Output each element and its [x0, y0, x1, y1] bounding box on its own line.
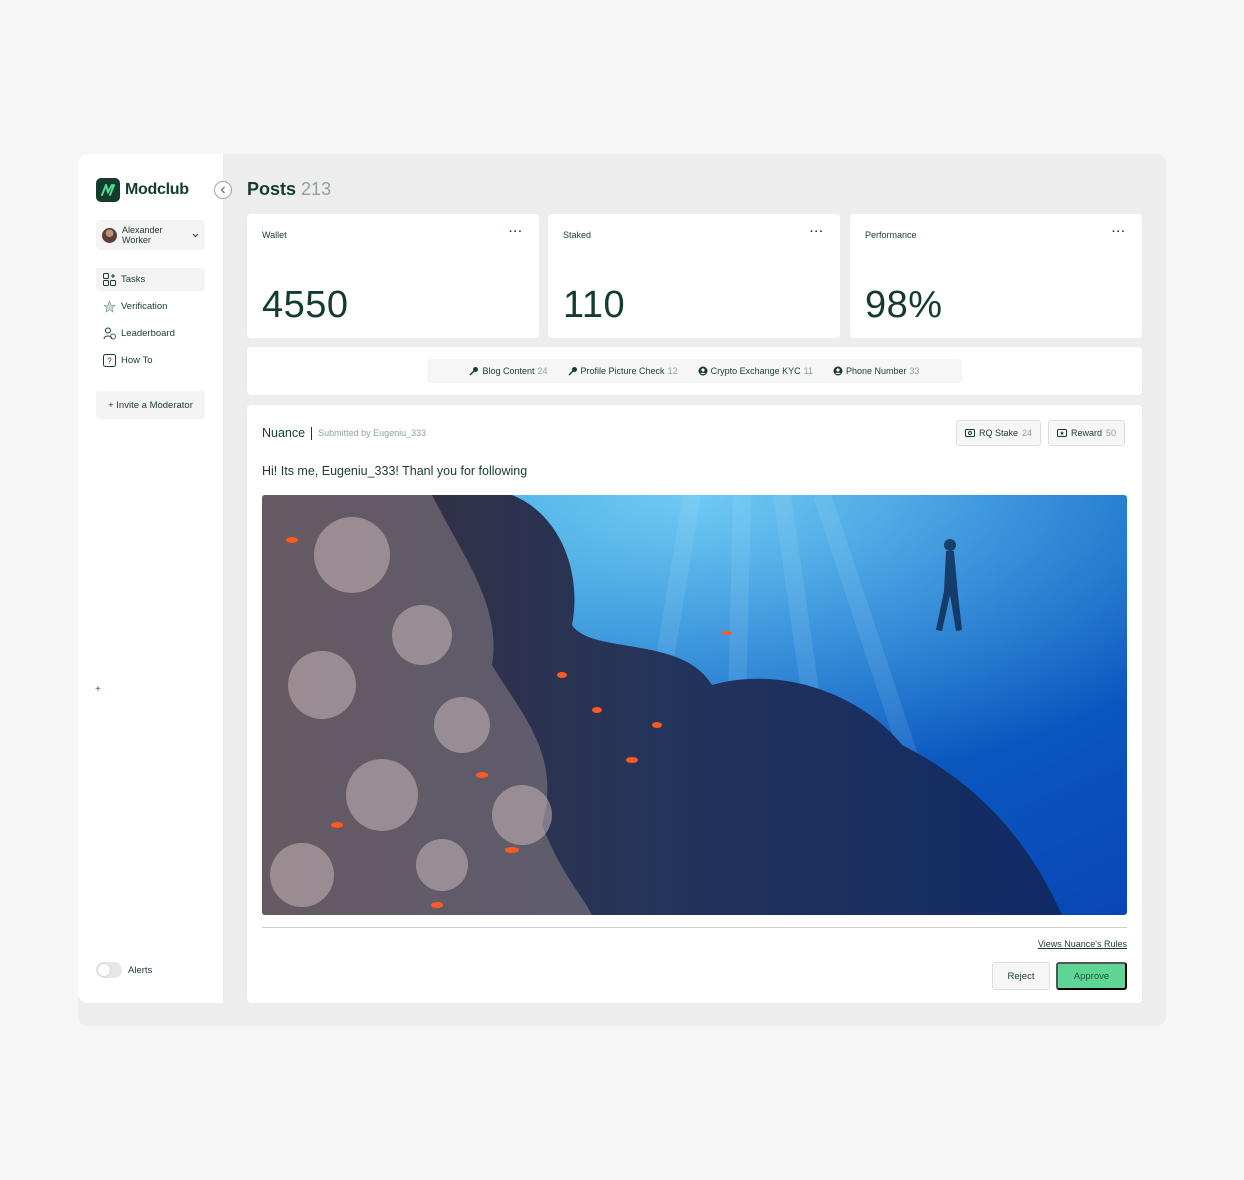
sidebar-item-how-to[interactable]: ? How To [96, 349, 205, 372]
filter-count: 33 [909, 366, 920, 376]
verification-icon [103, 300, 116, 313]
post-divider [262, 927, 1127, 928]
filter-crypto-exchange-kyc[interactable]: Crypto Exchange KYC 11 [698, 366, 813, 376]
user-menu[interactable]: Alexander Worker [96, 220, 205, 250]
page-title-text: Posts [247, 179, 297, 199]
post-text: Hi! Its me, Eugeniu_333! Thanl you for f… [262, 464, 528, 478]
filter-card: Blog Content 24 Profile Picture Check 12… [247, 347, 1142, 395]
filter-label: Crypto Exchange KYC [710, 366, 801, 376]
user-name: Alexander Worker [122, 225, 163, 245]
key-icon [568, 367, 577, 376]
stat-label: Staked [563, 230, 592, 240]
post-header: Nuance Submitted by Eugeniu_333 [262, 426, 426, 440]
more-options-icon[interactable]: ··· [810, 226, 824, 238]
page-background: Modclub Alexander Worker Tasks Verificat… [0, 0, 1244, 1180]
sidebar-item-label: Tasks [121, 274, 146, 285]
divider [311, 426, 313, 440]
add-button[interactable]: + [95, 684, 101, 695]
alerts-label: Alerts [128, 964, 153, 976]
sidebar-item-leaderboard[interactable]: Leaderboard [96, 322, 205, 345]
stat-value: 98% [865, 284, 943, 326]
app-window: Modclub Alexander Worker Tasks Verificat… [78, 154, 1166, 1026]
chevron-down-icon [192, 231, 199, 240]
filter-label: Blog Content [482, 366, 535, 376]
stat-value: 4550 [262, 284, 349, 326]
collapse-sidebar-button[interactable] [214, 181, 232, 199]
reward-value: 50 [1106, 428, 1117, 438]
post-submitted-by: Submitted by Eugeniu_333 [318, 428, 427, 438]
invite-moderator-button[interactable]: + Invite a Moderator [96, 391, 205, 419]
filter-count: 11 [803, 366, 813, 376]
tasks-icon [103, 273, 116, 286]
leaderboard-icon [103, 327, 116, 340]
filter-profile-picture-check[interactable]: Profile Picture Check 12 [568, 366, 678, 376]
stat-value: 110 [563, 284, 626, 326]
user-circle-icon [833, 366, 843, 376]
wallet-card: Wallet ··· 4550 [247, 214, 539, 338]
alerts-toggle-row: Alerts [96, 962, 152, 978]
filter-phone-number[interactable]: Phone Number 33 [833, 366, 920, 376]
modclub-logo-icon [96, 178, 120, 202]
sidebar-nav: Tasks Verification Leaderboard ? How To [96, 268, 205, 376]
approve-button[interactable]: Approve [1056, 962, 1127, 990]
avatar [102, 227, 117, 243]
more-options-icon[interactable]: ··· [1112, 226, 1126, 238]
key-icon [469, 367, 479, 376]
performance-card: Performance ··· 98% [850, 214, 1142, 338]
post-image [262, 495, 1127, 915]
more-options-icon[interactable]: ··· [509, 226, 523, 238]
filter-label: Profile Picture Check [580, 366, 665, 376]
posts-count: 213 [301, 179, 332, 199]
svg-text:?: ? [107, 357, 112, 366]
app-name: Modclub [125, 181, 189, 198]
reject-button[interactable]: Reject [992, 962, 1050, 990]
sidebar: Modclub Alexander Worker Tasks Verificat… [78, 154, 223, 1003]
sidebar-item-label: How To [121, 355, 153, 366]
filter-blog-content[interactable]: Blog Content 24 [469, 366, 548, 376]
sidebar-item-verification[interactable]: Verification [96, 295, 205, 318]
sidebar-item-tasks[interactable]: Tasks [96, 268, 205, 291]
post-card: Nuance Submitted by Eugeniu_333 RQ Stake… [247, 405, 1142, 1003]
stake-value: 24 [1022, 428, 1033, 438]
page-title: Posts 213 [247, 179, 331, 200]
reward-label: Reward [1071, 428, 1103, 438]
chevron-left-icon [220, 186, 225, 194]
stat-label: Performance [865, 230, 917, 240]
sidebar-item-label: Verification [121, 301, 168, 312]
user-circle-icon [698, 366, 708, 376]
stat-label: Wallet [262, 230, 287, 240]
staked-card: Staked ··· 110 [548, 214, 840, 338]
logo[interactable]: Modclub [96, 178, 189, 202]
filter-count: 12 [667, 366, 678, 376]
help-icon: ? [103, 354, 116, 367]
stake-label: RQ Stake [979, 428, 1019, 438]
stake-icon [965, 429, 975, 437]
filter-label: Phone Number [845, 366, 907, 376]
post-source: Nuance [262, 426, 306, 440]
view-rules-link[interactable]: Views Nuance's Rules [1038, 939, 1127, 949]
filter-bar: Blog Content 24 Profile Picture Check 12… [427, 359, 962, 383]
sidebar-item-label: Leaderboard [121, 328, 175, 339]
alerts-toggle[interactable] [96, 962, 122, 978]
reward-badge: Reward 50 [1048, 420, 1126, 446]
reward-icon [1057, 429, 1067, 437]
filter-count: 24 [537, 366, 548, 376]
rq-stake-badge: RQ Stake 24 [956, 420, 1042, 446]
